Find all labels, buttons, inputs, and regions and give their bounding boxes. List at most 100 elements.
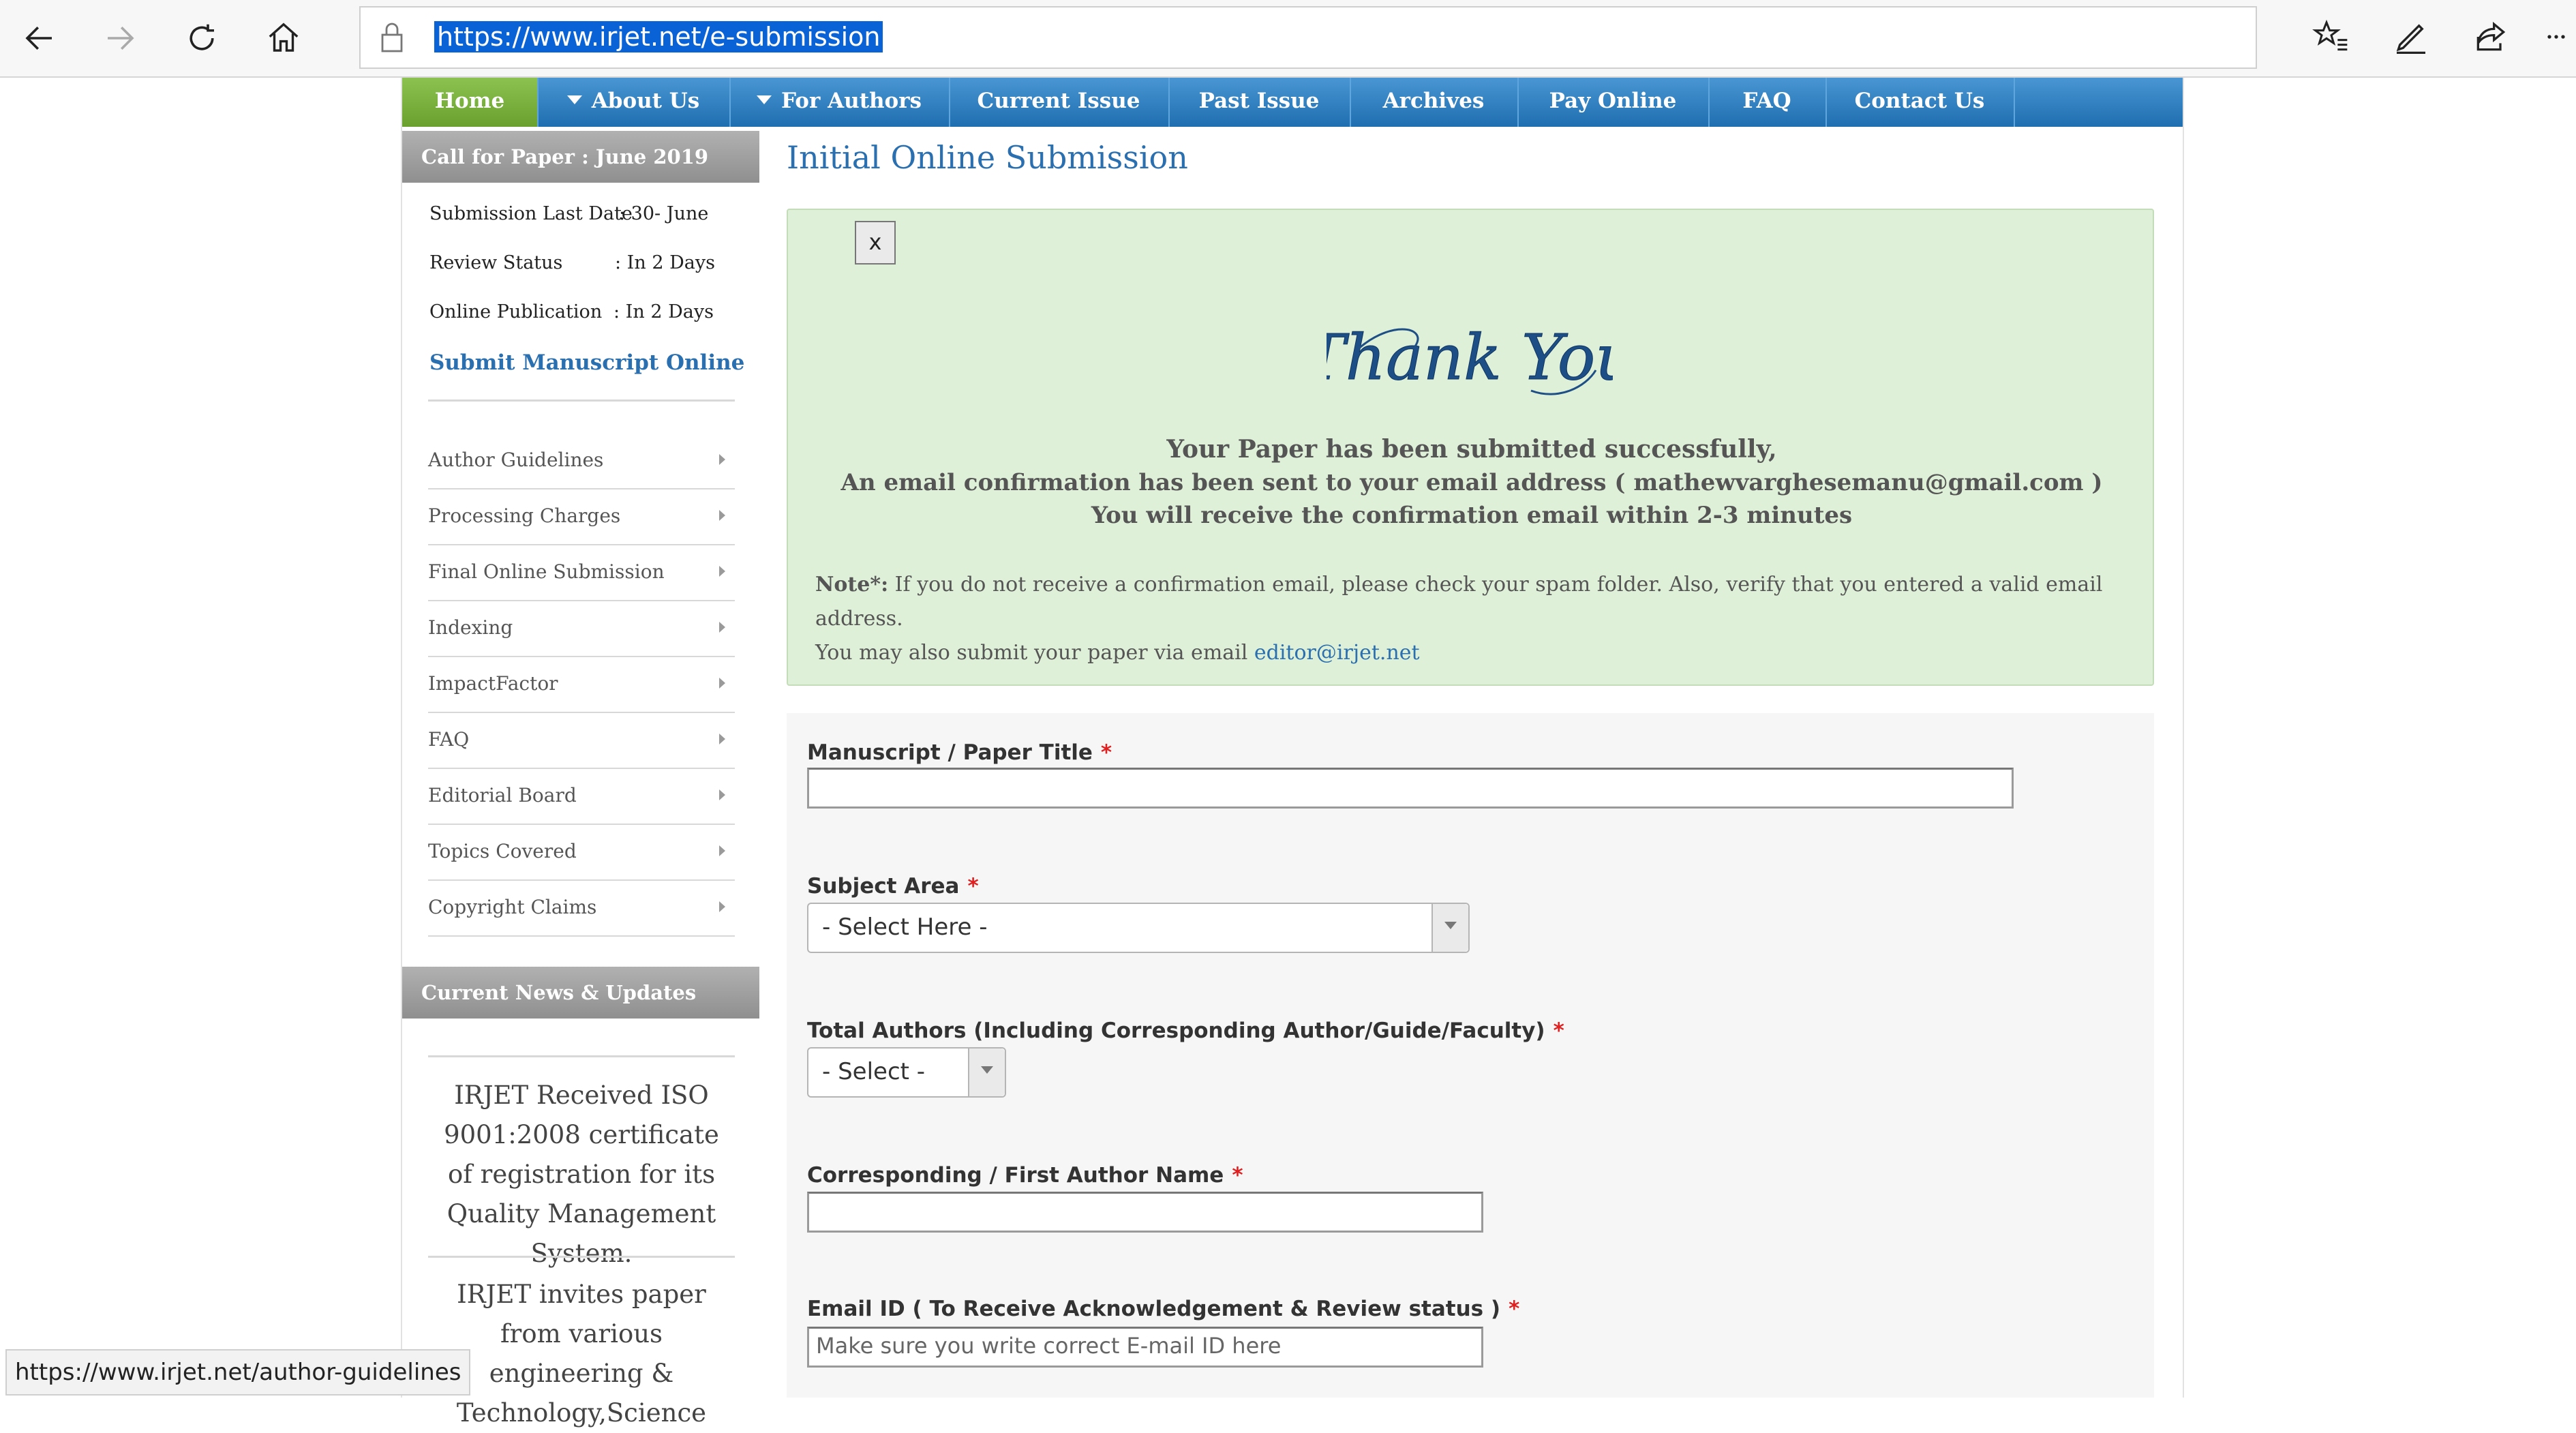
paper-title-input[interactable] (807, 768, 2014, 809)
url-text[interactable]: https://www.irjet.net/e-submission (434, 21, 883, 52)
info-label: Submission Last Date (429, 203, 633, 224)
chevron-right-icon (719, 566, 725, 577)
chevron-right-icon (719, 734, 725, 744)
menu-archives[interactable]: Archives (1350, 78, 1519, 127)
email-label: Email ID ( To Receive Acknowledgement & … (807, 1297, 1519, 1321)
news-heading: Current News & Updates (402, 967, 759, 1019)
info-value: : In 2 Days (615, 252, 715, 273)
menu-current-issue[interactable]: Current Issue (949, 78, 1170, 127)
forward-arrow-icon (108, 26, 134, 50)
more-dots-icon (2547, 35, 2565, 39)
sidebar-link-author-guidelines[interactable]: Author Guidelines (428, 434, 735, 489)
call-for-paper-heading: Call for Paper : June 2019 (402, 131, 759, 183)
sidebar-link-final-online-submission[interactable]: Final Online Submission (428, 545, 735, 601)
editor-email-link[interactable]: editor@irjet.net (1254, 641, 1420, 665)
chevron-right-icon (719, 845, 725, 856)
menu-past-issue[interactable]: Past Issue (1168, 78, 1351, 127)
menu-home[interactable]: Home (402, 78, 539, 127)
submit-manuscript-link[interactable]: Submit Manuscript Online (429, 350, 744, 375)
subject-area-label: Subject Area * (807, 874, 979, 899)
close-alert-button[interactable]: x (855, 221, 896, 265)
sidebar-link-label: Indexing (428, 616, 513, 639)
back-button[interactable] (15, 16, 64, 60)
divider (428, 1256, 735, 1258)
menu-archives-label: Archives (1382, 89, 1485, 113)
menu-for-authors[interactable]: For Authors (729, 78, 950, 127)
total-authors-select[interactable]: - Select - (807, 1047, 1006, 1098)
menu-contact-us-label: Contact Us (1854, 89, 1985, 113)
success-message: Your Paper has been submitted successful… (1166, 435, 1777, 464)
total-authors-label: Total Authors (Including Corresponding A… (807, 1019, 1564, 1043)
sidebar-link-copyright-claims[interactable]: Copyright Claims (428, 881, 735, 937)
main-content: Initial Online Submission x Thank You Yo… (787, 127, 2157, 1398)
email-input[interactable]: Make sure you write correct E-mail ID he… (807, 1327, 1483, 1368)
chevron-right-icon (719, 789, 725, 800)
menu-faq[interactable]: FAQ (1708, 78, 1827, 127)
menu-pay-online[interactable]: Pay Online (1517, 78, 1710, 127)
favorites-button[interactable] (2309, 15, 2353, 59)
refresh-button[interactable] (177, 16, 226, 60)
info-value: : In 2 Days (613, 301, 714, 322)
sidebar-link-label: Editorial Board (428, 784, 577, 806)
note-text: If you do not receive a confirmation ema… (815, 573, 2103, 631)
news-item: IRJET invites paper from various enginee… (456, 1280, 707, 1428)
author-name-label-text: Corresponding / First Author Name (807, 1163, 1224, 1188)
chevron-right-icon (719, 454, 725, 465)
menu-for-authors-label: For Authors (781, 89, 922, 113)
sidebar-link-label: Processing Charges (428, 504, 621, 527)
caret-down-icon (566, 95, 582, 104)
email-confirmation-message: An email confirmation has been sent to y… (840, 469, 2103, 496)
browser-toolbar: https://www.irjet.net/e-submission (0, 0, 2576, 78)
sidebar-link-processing-charges[interactable]: Processing Charges (428, 489, 735, 545)
note-line2: You may also submit your paper via email (815, 641, 1254, 665)
share-button[interactable] (2469, 15, 2513, 59)
author-name-label: Corresponding / First Author Name * (807, 1163, 1243, 1188)
sidebar-link-indexing[interactable]: Indexing (428, 601, 735, 657)
star-list-icon (2312, 19, 2348, 51)
main-menu: Home About Us For Authors Current Issue … (402, 78, 2183, 127)
menu-about-us-label: About Us (591, 89, 700, 113)
required-mark: * (967, 874, 979, 899)
home-button[interactable] (259, 16, 308, 60)
back-arrow-icon (25, 26, 52, 50)
confirmation-timing-message: You will receive the confirmation email … (1091, 502, 1853, 529)
page-title: Initial Online Submission (787, 139, 1188, 176)
email-label-text: Email ID ( To Receive Acknowledgement & … (807, 1297, 1501, 1321)
total-authors-selected: - Select - (822, 1058, 926, 1085)
info-value: : 30- June (619, 203, 709, 224)
site-container: Home About Us For Authors Current Issue … (401, 78, 2184, 1428)
sidebar-link-editorial-board[interactable]: Editorial Board (428, 769, 735, 825)
success-alert: x Thank You Your Paper has been submitte… (787, 209, 2154, 686)
sidebar-link-label: Author Guidelines (428, 449, 604, 471)
share-icon (2476, 21, 2506, 51)
sidebar-link-label: ImpactFactor (428, 672, 558, 695)
sidebar-link-faq[interactable]: FAQ (428, 713, 735, 769)
submission-form: Manuscript / Paper Title * Subject Area * … (787, 713, 2154, 1398)
chevron-right-icon (719, 678, 725, 689)
sidebar-link-topics-covered[interactable]: Topics Covered (428, 825, 735, 881)
home-icon (269, 22, 299, 52)
total-authors-label-text: Total Authors (Including Corresponding A… (807, 1019, 1545, 1043)
menu-pay-online-label: Pay Online (1549, 89, 1677, 113)
paper-title-label-text: Manuscript / Paper Title (807, 740, 1093, 765)
news-item: IRJET Received ISO 9001:2008 certificate… (444, 1081, 719, 1268)
author-name-input[interactable] (807, 1192, 1483, 1233)
menu-contact-us[interactable]: Contact Us (1825, 78, 2015, 127)
dropdown-arrow-icon (1431, 904, 1468, 952)
forward-button[interactable] (95, 16, 145, 60)
required-mark: * (1100, 740, 1112, 765)
thank-you-logo: Thank You (1327, 321, 1613, 395)
subject-area-selected: - Select Here - (822, 914, 988, 941)
thank-you-text: Thank You (1327, 321, 1613, 394)
subject-area-select[interactable]: - Select Here - (807, 903, 1470, 953)
menu-about-us[interactable]: About Us (537, 78, 731, 127)
more-button[interactable] (2543, 15, 2570, 59)
info-label: Review Status (429, 252, 563, 273)
divider (428, 1055, 735, 1057)
note-label: Note*: (815, 573, 889, 597)
chevron-right-icon (719, 510, 725, 521)
address-bar[interactable]: https://www.irjet.net/e-submission (359, 6, 2257, 69)
sidebar-link-impactfactor[interactable]: ImpactFactor (428, 657, 735, 713)
sidebar-link-label: Copyright Claims (428, 896, 597, 918)
notes-button[interactable] (2389, 15, 2433, 59)
